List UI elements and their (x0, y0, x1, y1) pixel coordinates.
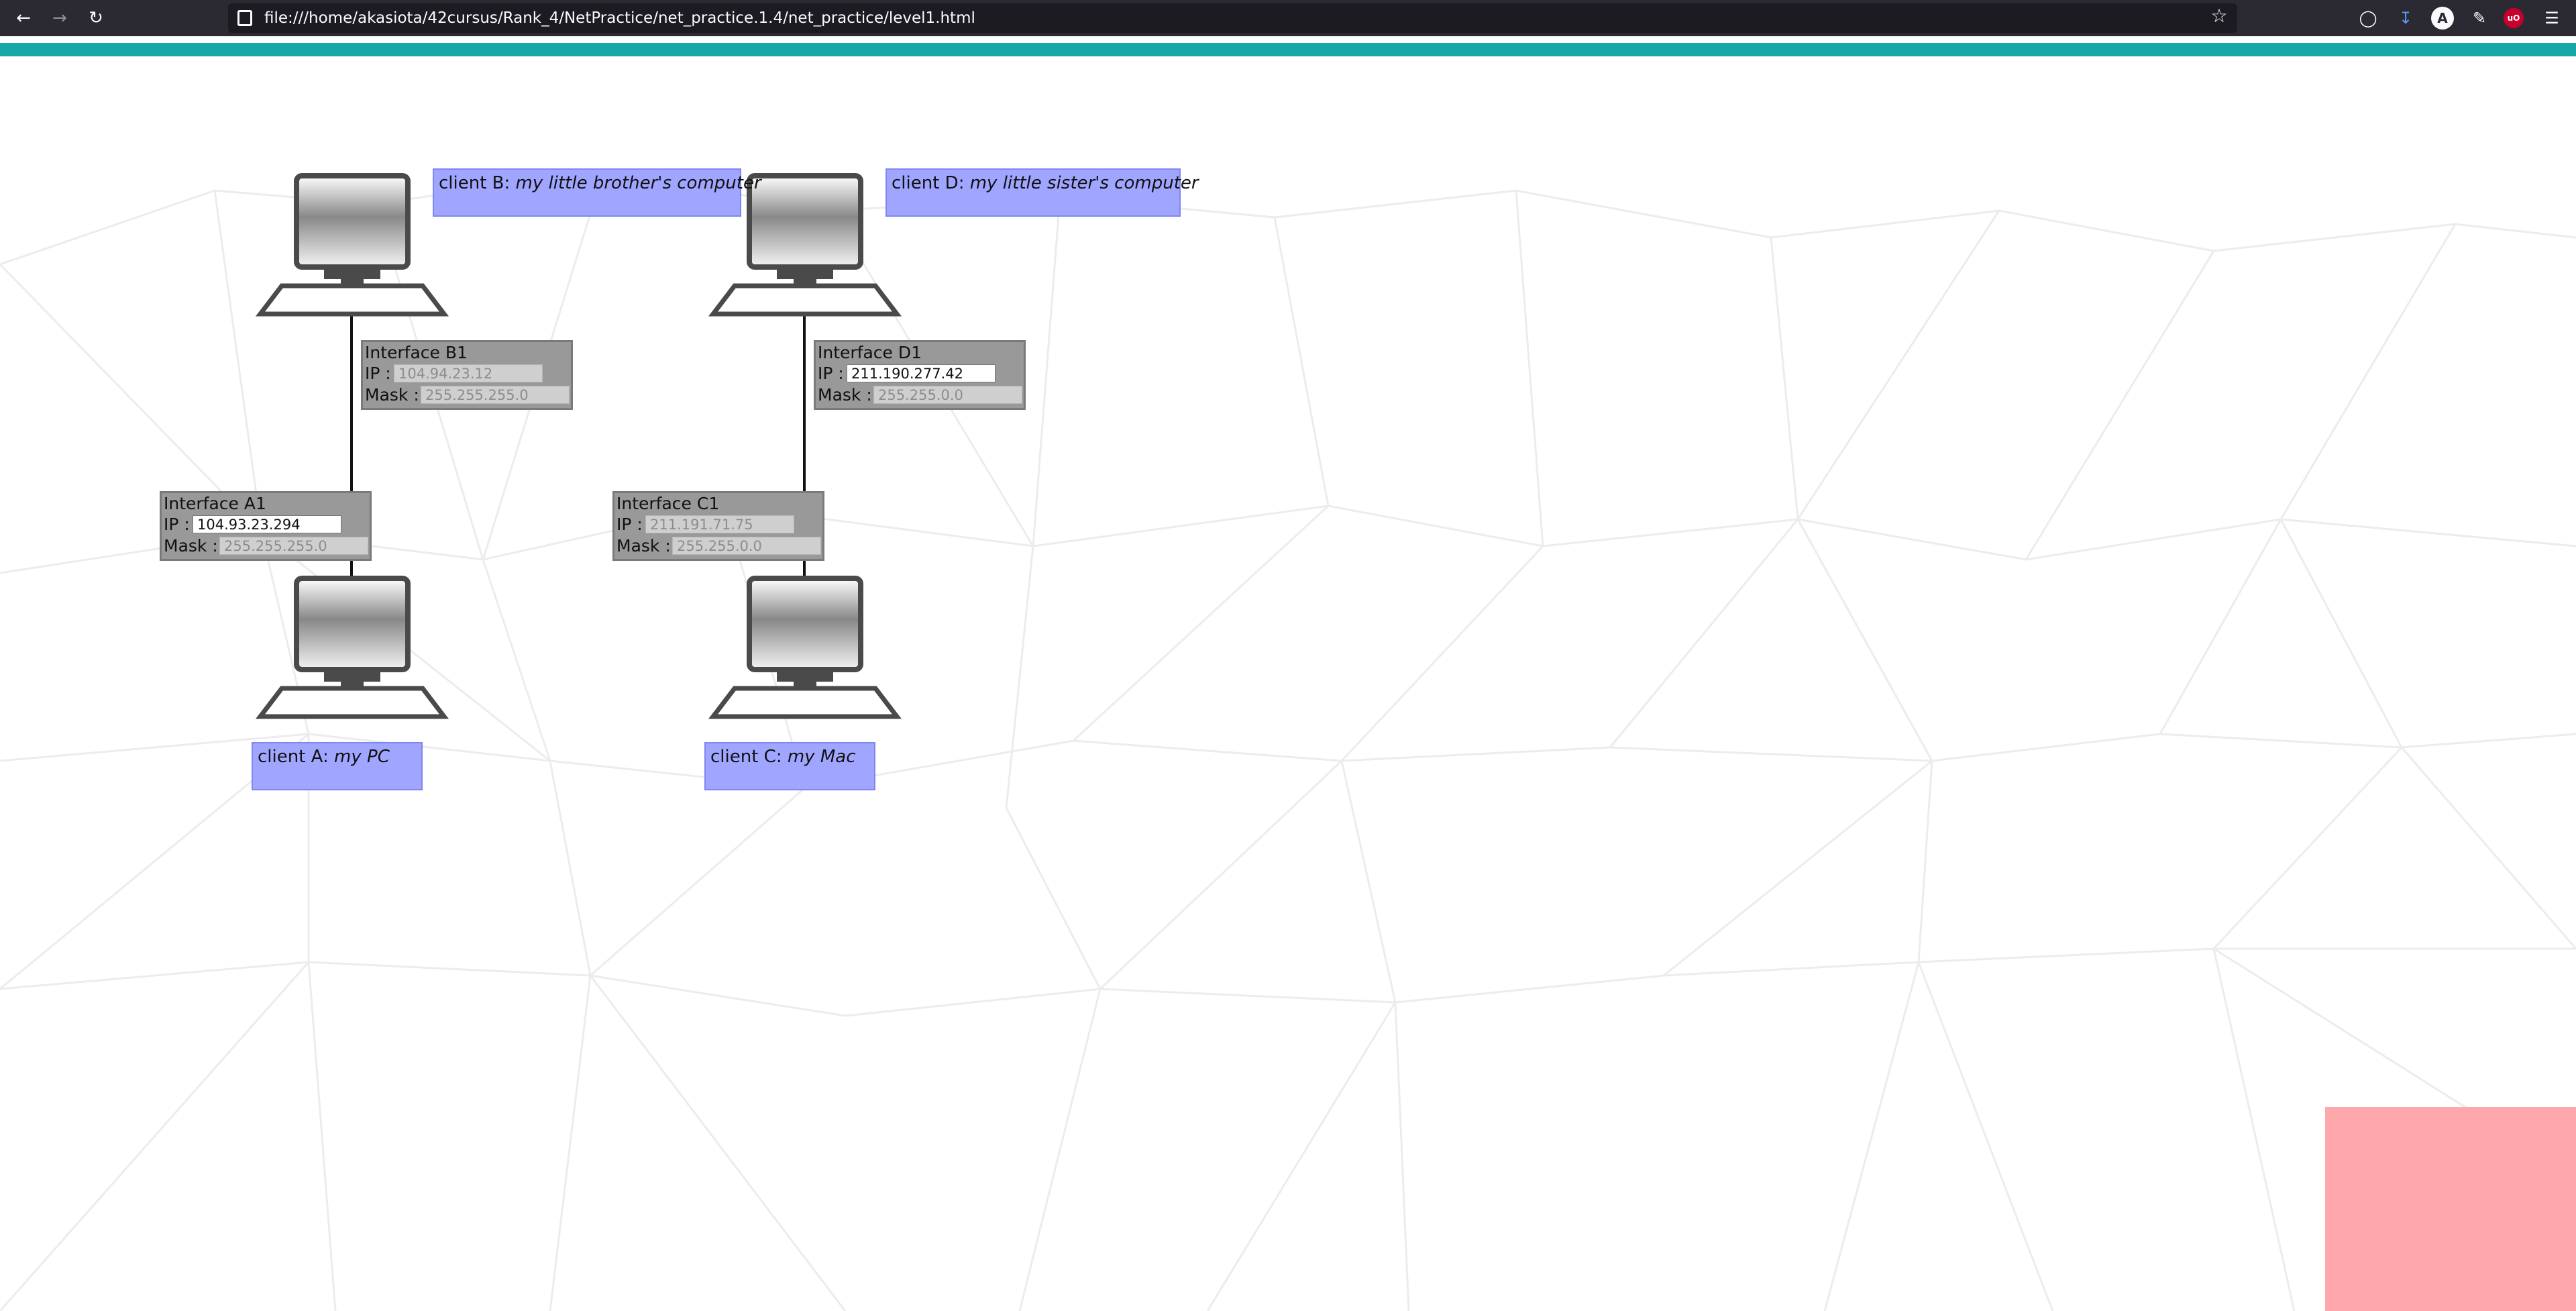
interface-b1-mask-label: Mask : (365, 385, 419, 405)
page-content: client B: my little brother's computer c… (0, 36, 2576, 1311)
interface-d1-title: Interface D1 (818, 343, 922, 362)
client-c-label: client C: my Mac (704, 742, 875, 790)
back-button[interactable]: ← (9, 4, 38, 32)
interface-b1-mask-field: 255.255.255.0 (421, 386, 570, 404)
browser-toolbar: ← → ↻ file:///home/akasiota/42cursus/Ran… (0, 0, 2576, 36)
computer-b-icon (255, 173, 449, 317)
interface-c1-title: Interface C1 (616, 494, 720, 513)
client-a-name: client A: (258, 747, 329, 767)
address-bar[interactable]: file:///home/akasiota/42cursus/Rank_4/Ne… (228, 3, 2237, 33)
account-avatar-icon[interactable]: A (2431, 7, 2454, 30)
url-text[interactable]: file:///home/akasiota/42cursus/Rank_4/Ne… (264, 3, 975, 33)
computer-a-icon (255, 576, 449, 719)
client-d-label: client D: my little sister's computer (885, 168, 1199, 217)
client-d-desc: my little sister's computer (969, 173, 1199, 193)
interface-a1: Interface A1 IP : 104.93.23.294 Mask : 2… (160, 491, 372, 561)
extensions-icon[interactable]: ✎ (2467, 6, 2491, 30)
interface-d1-mask-label: Mask : (818, 385, 872, 405)
ublock-origin-icon[interactable]: uO (2504, 8, 2524, 28)
client-b-desc: my little brother's computer (515, 173, 761, 193)
interface-c1-mask-field: 255.255.0.0 (672, 537, 821, 555)
computer-c-icon (708, 576, 902, 719)
reload-button[interactable]: ↻ (82, 4, 110, 32)
client-a-desc: my PC (334, 747, 390, 767)
client-b-name: client B: (439, 173, 511, 193)
arrow-right-icon: → (52, 8, 67, 28)
interface-a1-mask-label: Mask : (164, 536, 218, 556)
interface-c1: Interface C1 IP : 211.191.71.75 Mask : 2… (612, 491, 824, 561)
interface-d1-ip-label: IP : (818, 364, 844, 383)
header-bar (0, 43, 2576, 56)
file-icon (237, 10, 252, 26)
arrow-left-icon: ← (16, 8, 31, 28)
interface-c1-mask-label: Mask : (616, 536, 671, 556)
cable-a-b (350, 277, 353, 618)
pocket-icon[interactable]: ◯ (2356, 6, 2380, 30)
interface-d1-mask-field: 255.255.0.0 (873, 386, 1022, 404)
download-icon[interactable]: ↧ (2394, 6, 2418, 30)
interface-d1: Interface D1 IP : 211.190.277.42 Mask : … (814, 340, 1026, 410)
client-c-name: client C: (710, 747, 782, 767)
interface-a1-ip-input[interactable]: 104.93.23.294 (193, 515, 341, 533)
interface-b1-ip-field: 104.94.23.12 (394, 364, 543, 382)
result-panel (2325, 1107, 2576, 1311)
interface-a1-ip-label: IP : (164, 515, 190, 534)
forward-button[interactable]: → (46, 4, 74, 32)
interface-b1-title: Interface B1 (365, 343, 468, 362)
client-d-name: client D: (892, 173, 965, 193)
interface-b1-ip-label: IP : (365, 364, 391, 383)
client-c-desc: my Mac (787, 747, 856, 767)
interface-a1-title: Interface A1 (164, 494, 266, 513)
interface-a1-mask-field: 255.255.255.0 (219, 537, 368, 555)
interface-d1-ip-input[interactable]: 211.190.277.42 (847, 364, 996, 382)
interface-b1: Interface B1 IP : 104.94.23.12 Mask : 25… (361, 340, 573, 410)
client-a-label: client A: my PC (252, 742, 423, 790)
reload-icon: ↻ (89, 8, 103, 28)
bookmark-star-icon[interactable]: ☆ (2207, 4, 2231, 28)
hamburger-menu-icon[interactable]: ☰ (2540, 6, 2564, 30)
client-b-label: client B: my little brother's computer (433, 168, 761, 217)
interface-c1-ip-label: IP : (616, 515, 643, 534)
interface-c1-ip-field: 211.191.71.75 (645, 515, 794, 533)
cable-c-d (803, 277, 806, 618)
